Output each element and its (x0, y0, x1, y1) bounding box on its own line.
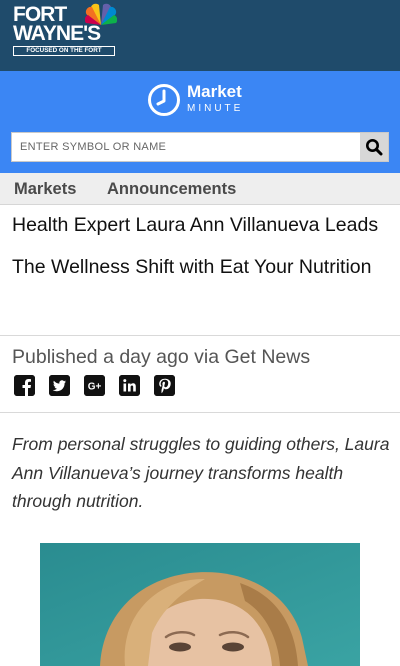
article-summary: From personal struggles to guiding other… (12, 434, 390, 511)
market-minute-subtitle: MINUTE (187, 103, 244, 114)
clock-icon (148, 84, 180, 116)
station-logo[interactable]: FORT WAYNE'S FOCUSED ON THE FORT (11, 3, 117, 56)
article-photo (40, 543, 360, 666)
search-input[interactable] (12, 133, 362, 161)
logo-tagline: FOCUSED ON THE FORT (13, 46, 115, 56)
pinterest-icon[interactable] (154, 375, 175, 396)
twitter-icon[interactable] (49, 375, 70, 396)
search-icon (366, 139, 383, 156)
googleplus-icon[interactable]: G+ (84, 375, 105, 396)
published-meta: Published a day ago via Get News (12, 346, 311, 368)
divider (0, 412, 400, 413)
section-tabs: Markets Announcements (0, 173, 400, 205)
market-minute-title: Market (187, 82, 242, 101)
article-title: Health Expert Laura Ann Villanueva Leads… (12, 214, 379, 278)
symbol-search (11, 132, 389, 162)
tab-announcements[interactable]: Announcements (107, 180, 236, 198)
site-header: FORT WAYNE'S FOCUSED ON THE FORT (0, 0, 400, 71)
linkedin-icon[interactable] (119, 375, 140, 396)
market-minute-logo[interactable]: Market MINUTE (147, 81, 257, 121)
divider (0, 335, 400, 336)
peacock-icon (85, 3, 117, 26)
svg-text:G+: G+ (88, 382, 102, 393)
facebook-icon[interactable] (14, 375, 35, 396)
search-button[interactable] (360, 133, 388, 161)
market-minute-bar: Market MINUTE (0, 71, 400, 173)
tab-markets[interactable]: Markets (14, 180, 76, 198)
